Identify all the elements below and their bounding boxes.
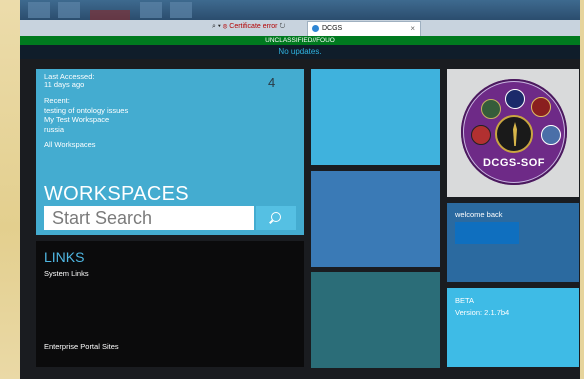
recent-label: Recent: <box>44 96 70 105</box>
recent-workspace-item[interactable]: russia <box>44 125 128 135</box>
close-tab-icon[interactable]: × <box>410 24 415 33</box>
dcgs-sof-logo-tile: DCGS-SOF <box>447 69 579 197</box>
workspace-count: 4 <box>268 75 276 90</box>
search-input[interactable] <box>44 206 254 230</box>
redacted-username <box>455 222 519 244</box>
desktop-edge <box>580 0 584 379</box>
links-tile: LINKS System Links Enterprise Portal Sit… <box>36 241 304 367</box>
last-accessed: Last Accessed: 11 days ago <box>44 73 94 89</box>
taskbar-app-icon[interactable] <box>140 2 162 18</box>
welcome-tile: welcome back <box>447 203 579 282</box>
version-tile: BETA Version: 2.1.7b4 <box>447 288 579 367</box>
unit-emblem-icon <box>541 125 561 145</box>
taskbar-app-icon[interactable] <box>90 10 130 20</box>
address-bar-controls[interactable]: ⌕ ▾ ⊗ Certificate error ↻ <box>212 23 285 31</box>
blank-tile-3[interactable] <box>311 272 440 368</box>
recent-workspaces: Recent: testing of ontology issues My Te… <box>44 96 128 134</box>
recent-workspace-item[interactable]: My Test Workspace <box>44 115 128 125</box>
browser-window: ⌕ ▾ ⊗ Certificate error ↻ DCGS × UNCLASS… <box>20 0 580 379</box>
taskbar-app-icon[interactable] <box>170 2 192 18</box>
dagger-emblem-icon <box>495 115 533 153</box>
browser-toolbar: ⌕ ▾ ⊗ Certificate error ↻ DCGS × <box>20 20 580 37</box>
taskbar <box>20 0 580 20</box>
unit-emblem-icon <box>481 99 501 119</box>
refresh-icon[interactable]: ↻ <box>279 23 285 30</box>
links-title: LINKS <box>44 249 85 265</box>
desktop-background <box>0 0 20 379</box>
enterprise-portal-sites[interactable]: Enterprise Portal Sites <box>44 342 119 351</box>
unit-emblem-icon <box>471 125 491 145</box>
beta-label: BETA <box>455 296 475 305</box>
ie-page-icon <box>312 25 319 32</box>
tab-dcgs[interactable]: DCGS × <box>307 21 421 37</box>
classification-banner: UNCLASSIFIED//FOUO <box>20 36 580 45</box>
taskbar-app-icon[interactable] <box>58 2 80 18</box>
dcgs-sof-seal: DCGS-SOF <box>461 79 567 185</box>
certificate-error-indicator[interactable]: ⊗ Certificate error <box>223 23 278 30</box>
search-button[interactable] <box>256 206 296 230</box>
taskbar-app-icon[interactable] <box>28 2 50 18</box>
last-accessed-value: 11 days ago <box>44 80 85 89</box>
blank-tile-1[interactable] <box>311 69 440 165</box>
workspaces-title: WORKSPACES <box>44 183 189 205</box>
seal-text: DCGS-SOF <box>482 157 546 169</box>
blank-tile-2[interactable] <box>311 171 440 267</box>
unit-emblem-icon <box>531 97 551 117</box>
updates-banner: No updates. <box>20 45 580 59</box>
workspaces-tile[interactable]: Last Accessed: 11 days ago 4 Recent: tes… <box>36 69 304 235</box>
tab-title: DCGS <box>322 25 343 32</box>
recent-workspace-item[interactable]: testing of ontology issues <box>44 106 128 116</box>
search-dropdown-icon[interactable]: ⌕ ▾ <box>212 23 221 30</box>
system-links[interactable]: System Links <box>44 269 89 278</box>
unit-emblem-icon <box>505 89 525 109</box>
all-workspaces-link[interactable]: All Workspaces <box>44 140 96 149</box>
version-label: Version: 2.1.7b4 <box>455 308 510 317</box>
welcome-label: welcome back <box>455 210 503 219</box>
